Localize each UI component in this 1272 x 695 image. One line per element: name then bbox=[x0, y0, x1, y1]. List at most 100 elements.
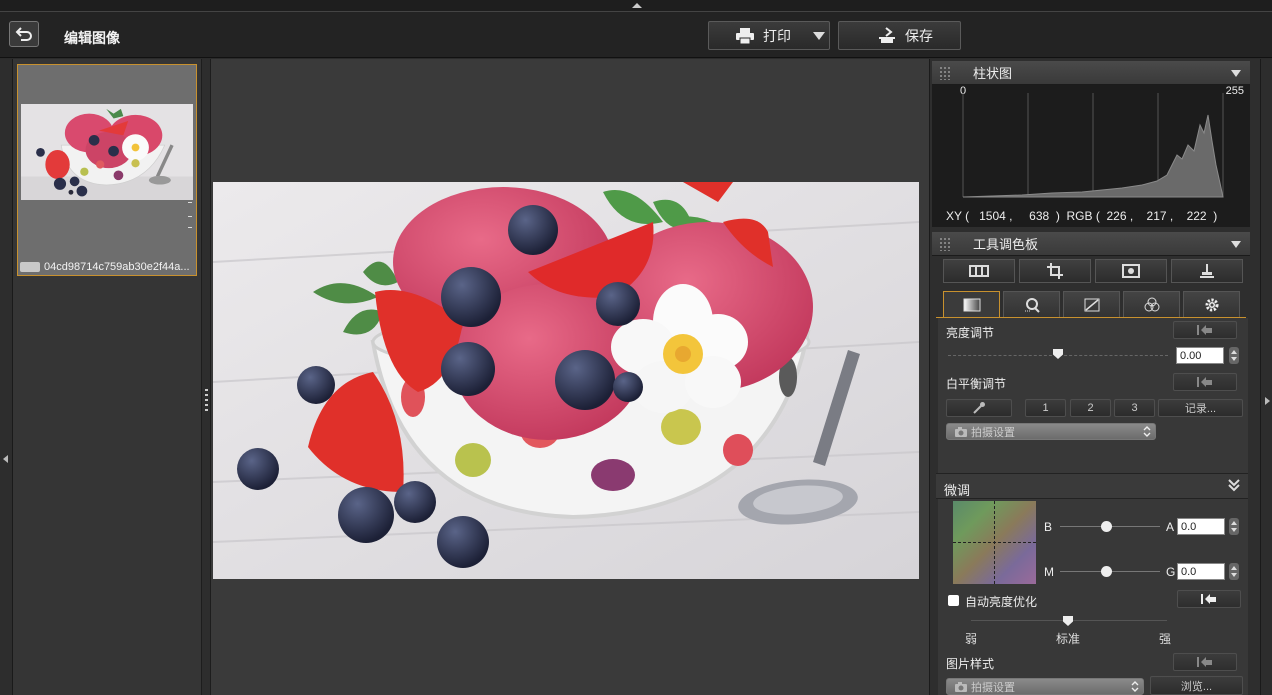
brightness-slider-thumb[interactable] bbox=[1053, 349, 1063, 359]
collapse-left-arrow-icon[interactable] bbox=[3, 455, 8, 463]
left-panel-toggle[interactable] bbox=[0, 59, 13, 695]
a-stepper[interactable] bbox=[1229, 518, 1239, 535]
wb-preset-3-button[interactable]: 3 bbox=[1114, 399, 1155, 417]
color-adjust-grid[interactable] bbox=[953, 501, 1036, 584]
auto-lighting-checkbox[interactable] bbox=[948, 595, 959, 606]
color-circles-icon bbox=[1144, 297, 1159, 311]
select-updown-icon bbox=[1143, 426, 1151, 437]
grip-icon[interactable] bbox=[939, 236, 951, 251]
wb-preset-2-button[interactable]: 2 bbox=[1070, 399, 1111, 417]
ba-slider-thumb[interactable] bbox=[1101, 521, 1112, 532]
wb-record-button[interactable]: 记录... bbox=[1158, 399, 1243, 417]
picture-style-select[interactable]: 拍摄设置 bbox=[946, 678, 1144, 695]
main-image[interactable] bbox=[213, 182, 919, 579]
tone-curve-icon bbox=[1084, 298, 1099, 311]
thumbnail-card[interactable]: 04cd98714c759ab30e2f44a... bbox=[17, 64, 197, 276]
thumbnail-image[interactable] bbox=[21, 104, 193, 200]
right-panel-toggle[interactable] bbox=[1260, 59, 1272, 695]
undo-arrow-icon bbox=[1197, 325, 1212, 335]
crop-tool-button[interactable] bbox=[1019, 259, 1091, 283]
thumbnail-panel: 04cd98714c759ab30e2f44a... bbox=[13, 59, 201, 695]
print-button[interactable]: 打印 bbox=[708, 21, 830, 50]
a-value-input[interactable]: 0.0 bbox=[1177, 518, 1225, 535]
auto-lighting-level-thumb[interactable] bbox=[1063, 616, 1073, 626]
histogram-chart: 0 255 bbox=[932, 85, 1250, 205]
g-label: G bbox=[1166, 565, 1176, 579]
histogram-title: 柱状图 bbox=[973, 66, 1013, 81]
a-label: A bbox=[1166, 520, 1175, 534]
fine-tune-panel: B A 0.0 M G 0.0 自动亮度优化 弱 标准 强 图片样式 拍摄设置 … bbox=[938, 499, 1248, 695]
undo-arrow-icon bbox=[1197, 377, 1212, 387]
thumb-marker bbox=[188, 216, 192, 217]
select-updown-icon bbox=[1131, 681, 1139, 692]
white-balance-label: 白平衡调节 bbox=[946, 377, 1007, 391]
collapse-up-arrow-icon[interactable] bbox=[632, 3, 642, 8]
filmstrip-icon bbox=[969, 265, 989, 277]
panel-splitter[interactable] bbox=[201, 59, 211, 695]
filmstrip-tool-button[interactable] bbox=[943, 259, 1015, 283]
m-label: M bbox=[1044, 565, 1054, 579]
basic-adjust-panel: 亮度调节 0.00 白平衡调节 1 2 3 记录... 拍摄设置 bbox=[938, 318, 1248, 473]
thumbnail-filename: 04cd98714c759ab30e2f44a... bbox=[20, 261, 195, 273]
tool-palette-title: 工具调色板 bbox=[973, 237, 1039, 252]
pixel-readout: XY ( 1504 , 638 ) RGB ( 226 , 217 , 222 … bbox=[932, 205, 1250, 227]
level-standard-label: 标准 bbox=[1056, 632, 1081, 646]
level-weak-label: 弱 bbox=[965, 632, 978, 646]
save-tray-icon bbox=[879, 26, 895, 43]
splitter-grip-icon[interactable] bbox=[205, 389, 208, 411]
tab-detail[interactable] bbox=[1003, 291, 1060, 317]
collapse-caret-icon[interactable] bbox=[1231, 70, 1241, 77]
browse-button[interactable]: 浏览... bbox=[1150, 676, 1243, 695]
mg-slider-thumb[interactable] bbox=[1101, 566, 1112, 577]
g-value-input[interactable]: 0.0 bbox=[1177, 563, 1225, 580]
fine-tune-header[interactable]: 微调 bbox=[936, 473, 1248, 499]
thumb-marker bbox=[188, 202, 192, 203]
tool-palette-header[interactable]: 工具调色板 bbox=[932, 232, 1250, 256]
dust-removal-tool-button[interactable] bbox=[1095, 259, 1167, 283]
gear-icon bbox=[1205, 298, 1218, 311]
level-strong-label: 强 bbox=[1159, 632, 1172, 646]
undo-arrow-icon bbox=[1197, 657, 1212, 667]
auto-lighting-label: 自动亮度优化 bbox=[965, 595, 1038, 609]
tab-color[interactable] bbox=[1123, 291, 1180, 317]
file-tag-icon bbox=[20, 262, 40, 272]
picture-style-reset-button[interactable] bbox=[1173, 653, 1237, 671]
right-tool-panel: 柱状图 0 255 XY ( 1504 , 638 ) RGB ( 226 , … bbox=[929, 59, 1260, 695]
brightness-reset-button[interactable] bbox=[1173, 321, 1237, 339]
white-balance-select[interactable]: 拍摄设置 bbox=[946, 423, 1156, 440]
top-collapse-strip[interactable] bbox=[0, 0, 1272, 12]
grid-vline bbox=[994, 501, 995, 584]
stamp-tool-button[interactable] bbox=[1171, 259, 1243, 283]
return-arrow-icon bbox=[15, 27, 32, 41]
collapse-right-arrow-icon[interactable] bbox=[1265, 397, 1270, 405]
brightness-value-input[interactable]: 0.00 bbox=[1176, 347, 1224, 364]
wb-preset-1-button[interactable]: 1 bbox=[1025, 399, 1066, 417]
crop-icon bbox=[1047, 263, 1063, 279]
camera-icon bbox=[955, 681, 967, 692]
save-button[interactable]: 保存 bbox=[838, 21, 961, 50]
white-balance-reset-button[interactable] bbox=[1173, 373, 1237, 391]
camera-icon bbox=[955, 426, 967, 437]
grip-icon[interactable] bbox=[939, 65, 951, 80]
picture-style-label: 图片样式 bbox=[946, 657, 995, 671]
header-bar: 编辑图像 打印 保存 bbox=[0, 12, 1272, 58]
histogram-header[interactable]: 柱状图 bbox=[932, 61, 1250, 85]
collapse-caret-icon[interactable] bbox=[1231, 241, 1241, 248]
clone-stamp-icon bbox=[1200, 264, 1214, 278]
magnifier-grid-icon bbox=[1024, 297, 1040, 313]
auto-lighting-reset-button[interactable] bbox=[1177, 590, 1241, 608]
print-dropdown-icon[interactable] bbox=[813, 32, 825, 40]
gradient-square-icon bbox=[963, 298, 980, 311]
brightness-stepper[interactable] bbox=[1229, 347, 1239, 364]
save-label: 保存 bbox=[905, 27, 933, 44]
back-button[interactable] bbox=[9, 21, 39, 47]
fine-tune-title: 微调 bbox=[944, 483, 971, 498]
expand-double-chevron-icon[interactable] bbox=[1228, 478, 1240, 495]
tab-basic-adjust[interactable] bbox=[943, 291, 1000, 317]
eyedropper-button[interactable] bbox=[946, 399, 1012, 417]
g-stepper[interactable] bbox=[1229, 563, 1239, 580]
picture-style-select-value: 拍摄设置 bbox=[971, 681, 1015, 694]
tab-curves[interactable] bbox=[1063, 291, 1120, 317]
tab-settings[interactable] bbox=[1183, 291, 1240, 317]
histogram-plot bbox=[962, 93, 1224, 198]
